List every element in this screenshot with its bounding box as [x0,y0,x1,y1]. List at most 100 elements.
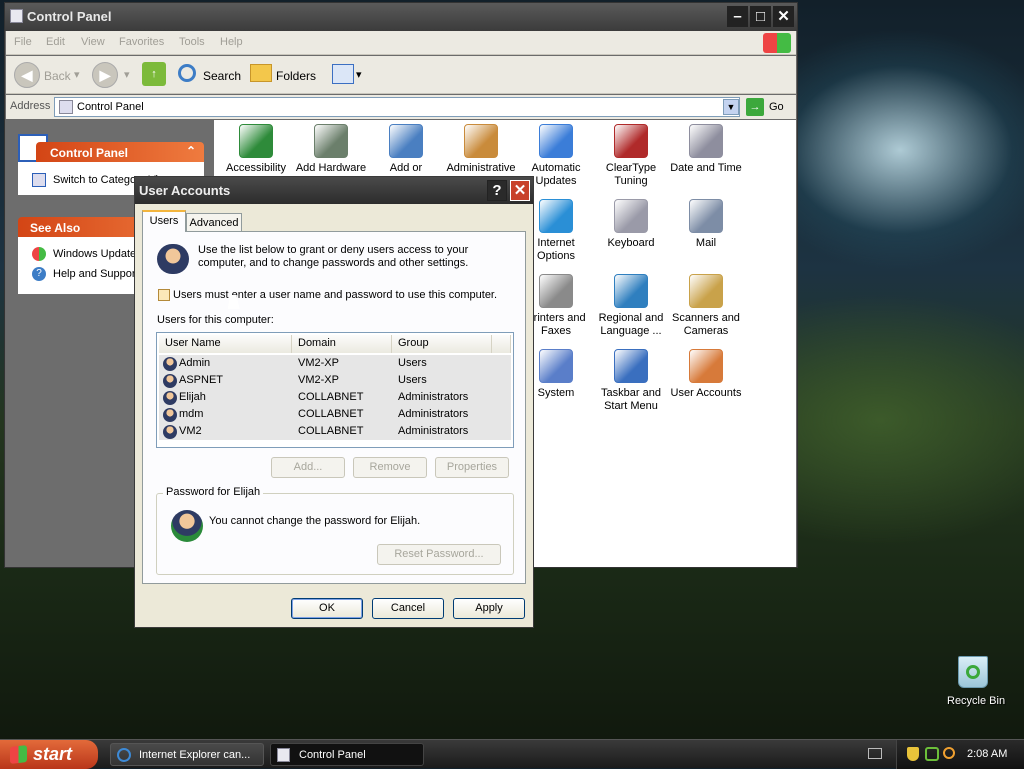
add-user-button[interactable]: Add... [271,457,345,478]
windows-flag-icon [10,745,27,764]
back-arrow-icon[interactable]: ◀ [14,62,40,88]
tab-advanced[interactable]: Advanced [186,213,242,233]
tray-search-icon[interactable] [943,747,955,759]
cp-item-icon [614,349,648,383]
clock[interactable]: 2:08 AM [967,748,1007,760]
back-dropdown-icon[interactable]: ▾ [74,68,80,81]
cp-item-icon [539,124,573,158]
user-name-cell: ASPNET [179,374,224,386]
views-icon[interactable] [332,64,354,84]
user-icon [163,357,177,371]
help-and-support-link[interactable]: Help and Support [53,268,139,280]
window-title: Control Panel [27,9,112,24]
folders-icon[interactable] [250,64,272,82]
menu-favorites[interactable]: Favorites [119,36,164,48]
users-tab-page: Use the list below to grant or deny user… [142,231,526,584]
task-control-panel[interactable]: Control Panel [270,743,424,766]
control-panel-titlebar[interactable]: Control Panel – □ ✕ [5,3,797,31]
recycle-arrows-icon [966,665,980,679]
menu-file[interactable]: File [14,36,32,48]
windows-update-link[interactable]: Windows Update [53,248,136,260]
cancel-button[interactable]: Cancel [372,598,444,619]
cp-item-date-and-time[interactable]: Date and Time [668,124,744,175]
cp-item-label: Add Hardware [295,162,367,174]
address-input[interactable]: Control Panel ▼ [54,97,740,117]
dialog-close-button[interactable]: ✕ [510,180,530,201]
users-list-label: Users for this computer: [157,314,274,326]
cp-item-user-accounts[interactable]: User Accounts [668,349,744,400]
user-icon [163,408,177,422]
back-button-label[interactable]: Back [44,69,71,83]
control-panel-small-icon [59,100,73,114]
start-button[interactable]: start [0,740,98,769]
control-panel-task-icon [277,748,290,762]
cp-item-regional-and-language[interactable]: Regional and Language ... [593,274,669,338]
cp-item-icon [464,124,498,158]
collapse-chevron-icon[interactable]: ⌃ [186,144,196,158]
user-icon [163,374,177,388]
menu-help[interactable]: Help [220,36,243,48]
search-icon[interactable] [178,64,196,82]
cp-item-keyboard[interactable]: Keyboard [593,199,669,250]
column-header-group[interactable]: Group [392,335,492,353]
remove-user-button[interactable]: Remove [353,457,427,478]
folders-button-label[interactable]: Folders [276,69,316,83]
taskbar: start Internet Explorer can... Control P… [0,739,1024,769]
tab-users[interactable]: Users [142,210,186,232]
close-button[interactable]: ✕ [773,6,794,27]
search-button-label[interactable]: Search [203,69,241,83]
menu-tools[interactable]: Tools [179,36,205,48]
cp-item-cleartype-tuning[interactable]: ClearType Tuning [593,124,669,188]
forward-dropdown-icon[interactable]: ▾ [124,68,130,81]
require-login-label[interactable]: Users must enter a user name and passwor… [173,289,497,301]
user-group-cell: Users [398,357,427,369]
user-group-cell: Administrators [398,391,469,403]
user-accounts-dialog: User Accounts ? ✕ Users Advanced Use the… [134,176,534,628]
require-login-checkbox[interactable] [158,289,170,301]
recycle-bin-icon[interactable] [958,656,988,688]
reset-password-button[interactable]: Reset Password... [377,544,501,565]
cp-item-icon [539,199,573,233]
address-dropdown-icon[interactable]: ▼ [723,99,739,115]
table-row[interactable]: mdm COLLABNET Administrators [159,406,511,423]
cp-item-taskbar-and-start-menu[interactable]: Taskbar and Start Menu [593,349,669,413]
menu-view[interactable]: View [81,36,105,48]
menu-edit[interactable]: Edit [46,36,65,48]
keyboard-tray-icon[interactable] [868,748,882,759]
table-row[interactable]: ASPNET VM2-XP Users [159,372,511,389]
cp-item-add-hardware[interactable]: Add Hardware [293,124,369,175]
network-icon[interactable] [925,747,939,761]
column-header-domain[interactable]: Domain [292,335,392,353]
address-value: Control Panel [77,101,144,113]
recycle-bin-label[interactable]: Recycle Bin [947,695,1005,707]
users-list[interactable]: User Name Domain Group Admin VM2-XP Users A… [156,332,514,448]
up-folder-icon[interactable]: ↑ [142,62,166,86]
views-dropdown-icon[interactable]: ▾ [356,68,362,81]
table-row[interactable]: Admin VM2-XP Users [159,355,511,372]
windows-logo-icon [763,33,791,53]
properties-button[interactable]: Properties [435,457,509,478]
user-name-cell: mdm [179,408,204,420]
column-header-user-name[interactable]: User Name [159,335,292,353]
security-shield-icon[interactable] [907,747,919,761]
go-arrow-icon[interactable]: → [746,98,764,116]
forward-arrow-icon[interactable]: ▶ [92,62,118,88]
table-row[interactable]: Elijah COLLABNET Administrators [159,389,511,406]
cp-item-label: Regional and Language ... [598,312,664,337]
cp-item-scanners-and-cameras[interactable]: Scanners and Cameras [668,274,744,338]
cp-item-label: ClearType Tuning [605,162,657,187]
task-control-panel-label: Control Panel [299,749,366,761]
go-button[interactable]: Go [769,101,784,113]
cp-item-mail[interactable]: Mail [668,199,744,250]
dialog-titlebar[interactable]: User Accounts ? ✕ [135,177,533,204]
control-panel-panel-header[interactable]: Control Panel ⌃ [36,142,204,162]
ok-button[interactable]: OK [291,598,363,619]
table-row[interactable]: VM2 COLLABNET Administrators [159,423,511,440]
user-domain-cell: VM2-XP [298,357,339,369]
task-internet-explorer[interactable]: Internet Explorer can... [110,743,264,766]
users-key-icon [157,244,189,274]
apply-button[interactable]: Apply [453,598,525,619]
help-button[interactable]: ? [487,180,507,201]
minimize-button[interactable]: – [727,6,748,27]
maximize-button[interactable]: □ [750,6,771,27]
